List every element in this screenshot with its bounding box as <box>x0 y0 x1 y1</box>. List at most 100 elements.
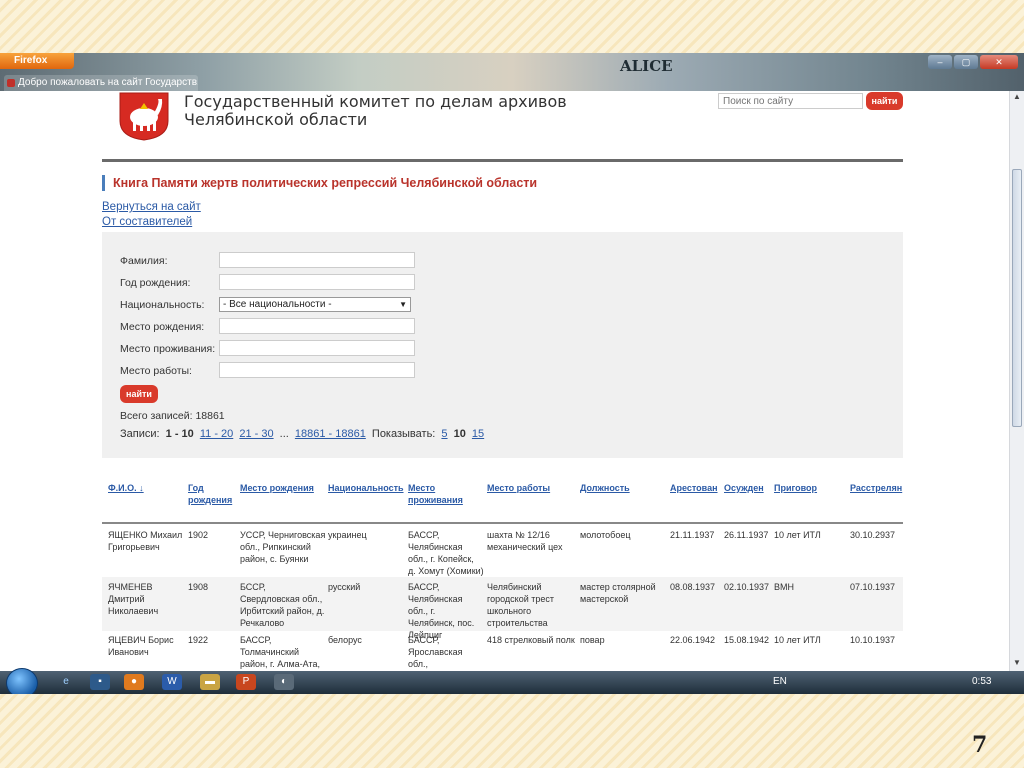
table-row: ЯЦЕВИЧ Борис Иванович 1922 БАССР, Толмач… <box>102 631 903 671</box>
word-icon[interactable]: W <box>162 674 182 690</box>
cell-position: мастер столярной мастерской <box>580 582 656 604</box>
page-size-5[interactable]: 5 <box>441 428 447 440</box>
site-favicon-icon <box>7 79 15 87</box>
scrollbar-thumb[interactable] <box>1012 169 1022 427</box>
cell-arrested: 08.08.1937 <box>670 582 716 592</box>
site-title-line2: Челябинской области <box>184 110 368 129</box>
pager-ellipsis: ... <box>279 428 289 440</box>
birth-year-input[interactable] <box>219 274 415 290</box>
surname-label: Фамилия: <box>120 255 168 267</box>
table-row: ЯЧМЕНЕВ Дмитрий Николаевич 1908 БССР, Св… <box>102 577 903 640</box>
close-button[interactable]: ✕ <box>980 55 1018 69</box>
nationality-select[interactable]: - Все национальности - ▼ <box>219 297 411 312</box>
work-place-label: Место работы: <box>120 365 192 377</box>
page-size-15[interactable]: 15 <box>472 428 484 440</box>
page-size-10: 10 <box>453 428 466 440</box>
form-search-button[interactable]: найти <box>120 385 158 403</box>
page-size-label: Показывать: <box>371 428 436 440</box>
cell-position: молотобоец <box>580 530 631 540</box>
cell-executed: 30.10.2937 <box>850 530 896 540</box>
cell-nationality: украинец <box>328 530 367 540</box>
pager-current: 1 - 10 <box>165 428 194 440</box>
cell-arrested: 22.06.1942 <box>670 635 716 645</box>
app-icon[interactable]: ◐ <box>274 674 294 690</box>
cell-residence: БАССР, Ярославская обл., <box>408 635 463 669</box>
cell-sentence: ВМН <box>774 582 794 592</box>
cell-name: ЯЩЕНКО Михаил Григорьевич <box>108 530 183 552</box>
maximize-button[interactable]: ▢ <box>954 55 978 69</box>
site-title-line1: Государственный комитет по делам архивов <box>184 92 567 111</box>
column-header-convicted[interactable]: Осужден <box>724 482 770 494</box>
firefox-menu-button[interactable]: Firefox <box>0 53 74 69</box>
column-header-position[interactable]: Должность <box>580 482 666 494</box>
start-button[interactable] <box>6 668 38 694</box>
birth-place-label: Место рождения: <box>120 321 205 333</box>
column-header-residence[interactable]: Место проживания <box>408 482 484 506</box>
cell-birth-year: 1922 <box>188 635 209 645</box>
column-header-nationality[interactable]: Национальность <box>328 482 406 494</box>
authors-link[interactable]: От составителей <box>102 216 192 228</box>
cell-name: ЯЧМЕНЕВ Дмитрий Николаевич <box>108 582 159 616</box>
cell-sentence: 10 лет ИТЛ <box>774 635 821 645</box>
cell-residence: БАССР, Челябинская обл., г. Копейск, д. … <box>408 530 484 576</box>
pager-prefix: Записи: <box>120 428 160 440</box>
chevron-down-icon: ▼ <box>399 300 407 309</box>
column-header-birth-place[interactable]: Место рождения <box>240 482 326 494</box>
site-title[interactable]: Государственный комитет по делам архивов… <box>184 93 567 129</box>
surname-input[interactable] <box>219 252 415 268</box>
vertical-scrollbar[interactable]: ▲ ▼ <box>1009 91 1024 671</box>
column-header-work-place[interactable]: Место работы <box>487 482 577 494</box>
table-header-divider <box>102 522 903 524</box>
banner-logo: ALICE <box>620 57 673 75</box>
table-row: ЯЩЕНКО Михаил Григорьевич 1902 УССР, Чер… <box>102 525 903 577</box>
site-search-button[interactable]: найти <box>866 92 903 110</box>
page-title: Книга Памяти жертв политических репресси… <box>102 175 537 191</box>
cell-convicted: 02.10.1937 <box>724 582 770 592</box>
column-header-sentence[interactable]: Приговор <box>774 482 844 494</box>
cell-arrested: 21.11.1937 <box>670 530 715 540</box>
clock[interactable]: 0:53 <box>972 676 991 687</box>
browser-tab[interactable]: Добро пожаловать на сайт Государств... <box>4 75 198 91</box>
cell-birth-year: 1902 <box>188 530 209 540</box>
nationality-selected-value: - Все национальности - <box>223 299 332 310</box>
cell-birth-place: УССР, Черниговская обл., Рипкинский райо… <box>240 530 326 564</box>
screenshot-area: Firefox ALICE – ▢ ✕ Добро пожаловать на … <box>0 53 1024 694</box>
cell-executed: 10.10.1937 <box>850 635 896 645</box>
column-header-executed[interactable]: Расстрелян <box>850 482 903 494</box>
pager-link-next[interactable]: 11 - 20 <box>200 428 233 440</box>
cell-sentence: 10 лет ИТЛ <box>774 530 821 540</box>
web-page: Государственный комитет по делам архивов… <box>0 91 1010 671</box>
scroll-up-icon[interactable]: ▲ <box>1012 92 1022 104</box>
work-place-input[interactable] <box>219 362 415 378</box>
nationality-label: Национальность: <box>120 299 205 311</box>
header-divider <box>102 159 903 162</box>
language-indicator[interactable]: EN <box>773 676 787 687</box>
internet-explorer-icon[interactable]: e <box>56 674 76 690</box>
cell-name: ЯЦЕВИЧ Борис Иванович <box>108 635 174 657</box>
cell-executed: 07.10.1937 <box>850 582 896 592</box>
window-controls: – ▢ ✕ <box>928 55 1018 69</box>
minimize-button[interactable]: – <box>928 55 952 69</box>
firefox-icon[interactable]: ● <box>124 674 144 690</box>
folder-icon[interactable]: ▬ <box>200 674 220 690</box>
scroll-down-icon[interactable]: ▼ <box>1012 658 1022 670</box>
cell-convicted: 15.08.1942 <box>724 635 770 645</box>
column-header-name[interactable]: Ф.И.О. ↓ <box>108 482 184 494</box>
cell-birth-place: БАССР, Толмачинский район, г. Алма-Ата, <box>240 635 320 669</box>
site-search-input[interactable] <box>718 93 863 109</box>
search-form: Фамилия: Год рождения: Национальность: -… <box>102 232 903 458</box>
total-records: Всего записей: 18861 <box>120 410 225 422</box>
slide-number: 7 <box>972 732 988 758</box>
column-header-arrested[interactable]: Арестован <box>670 482 722 494</box>
coat-of-arms-icon <box>119 92 169 141</box>
powerpoint-icon[interactable]: P <box>236 674 256 690</box>
cell-birth-year: 1908 <box>188 582 209 592</box>
pager-link-last[interactable]: 18861 - 18861 <box>295 428 366 440</box>
column-header-birth-year[interactable]: Год рождения <box>188 482 236 506</box>
residence-input[interactable] <box>219 340 415 356</box>
pager-link-next2[interactable]: 21 - 30 <box>239 428 273 440</box>
birth-place-input[interactable] <box>219 318 415 334</box>
save-icon[interactable]: ▪ <box>90 674 110 690</box>
cell-nationality: русский <box>328 582 361 592</box>
back-to-site-link[interactable]: Вернуться на сайт <box>102 201 201 213</box>
